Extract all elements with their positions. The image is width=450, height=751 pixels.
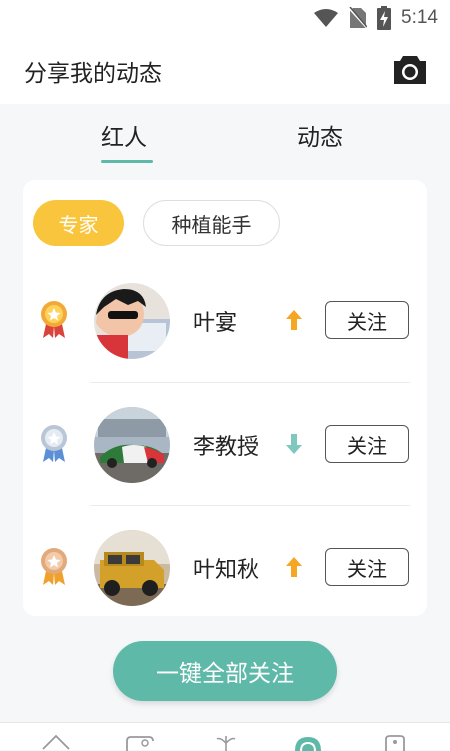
ranking-row[interactable]: 叶宴 关注 <box>23 266 427 376</box>
home-icon[interactable] <box>41 733 71 751</box>
status-bar: 5:14 <box>0 0 450 36</box>
app-header: 分享我的动态 <box>0 36 450 104</box>
trend-down-icon <box>286 434 302 454</box>
bronze-medal-icon <box>41 548 67 585</box>
filter-chip-expert[interactable]: 专家 <box>33 200 124 246</box>
follow-button[interactable]: 关注 <box>325 425 409 463</box>
ranking-card: 专家 种植能手 叶宴 关注 李教授 关注 叶知秋 关注 <box>23 180 427 616</box>
profile-icon[interactable] <box>380 733 410 751</box>
ranking-row[interactable]: 叶知秋 关注 <box>23 513 427 623</box>
avatar[interactable] <box>94 283 170 359</box>
avatar[interactable] <box>94 407 170 483</box>
status-time: 5:14 <box>401 7 438 28</box>
user-name: 叶宴 <box>193 311 238 336</box>
bottom-nav <box>0 722 450 751</box>
avatar[interactable] <box>94 530 170 606</box>
status-icons: 5:14 <box>313 6 438 30</box>
no-sim-icon <box>349 7 368 29</box>
trend-up-icon <box>286 557 302 577</box>
tab-influencers[interactable]: 红人 <box>101 118 147 152</box>
follow-button[interactable]: 关注 <box>325 301 409 339</box>
battery-charging-icon <box>377 6 392 30</box>
share-circle-icon[interactable] <box>293 733 323 751</box>
user-name: 叶知秋 <box>193 558 260 583</box>
follow-button[interactable]: 关注 <box>325 548 409 586</box>
tab-bar: 红人 动态 <box>0 104 450 170</box>
silver-medal-icon <box>41 425 67 462</box>
active-tab-indicator <box>101 160 153 163</box>
row-divider <box>90 382 410 383</box>
wifi-icon <box>314 9 339 27</box>
trend-up-icon <box>286 310 302 330</box>
camera-icon[interactable] <box>392 52 428 86</box>
leaf-card-icon[interactable] <box>125 733 155 751</box>
user-name: 李教授 <box>193 435 260 460</box>
ranking-row[interactable]: 李教授 关注 <box>23 390 427 500</box>
page-title: 分享我的动态 <box>24 61 162 87</box>
tab-posts[interactable]: 动态 <box>297 118 343 152</box>
gold-medal-icon <box>41 301 67 338</box>
row-divider <box>90 505 410 506</box>
filter-chip-planting[interactable]: 种植能手 <box>143 200 280 246</box>
follow-all-button[interactable]: 一键全部关注 <box>113 641 337 701</box>
plant-icon[interactable] <box>211 733 241 751</box>
